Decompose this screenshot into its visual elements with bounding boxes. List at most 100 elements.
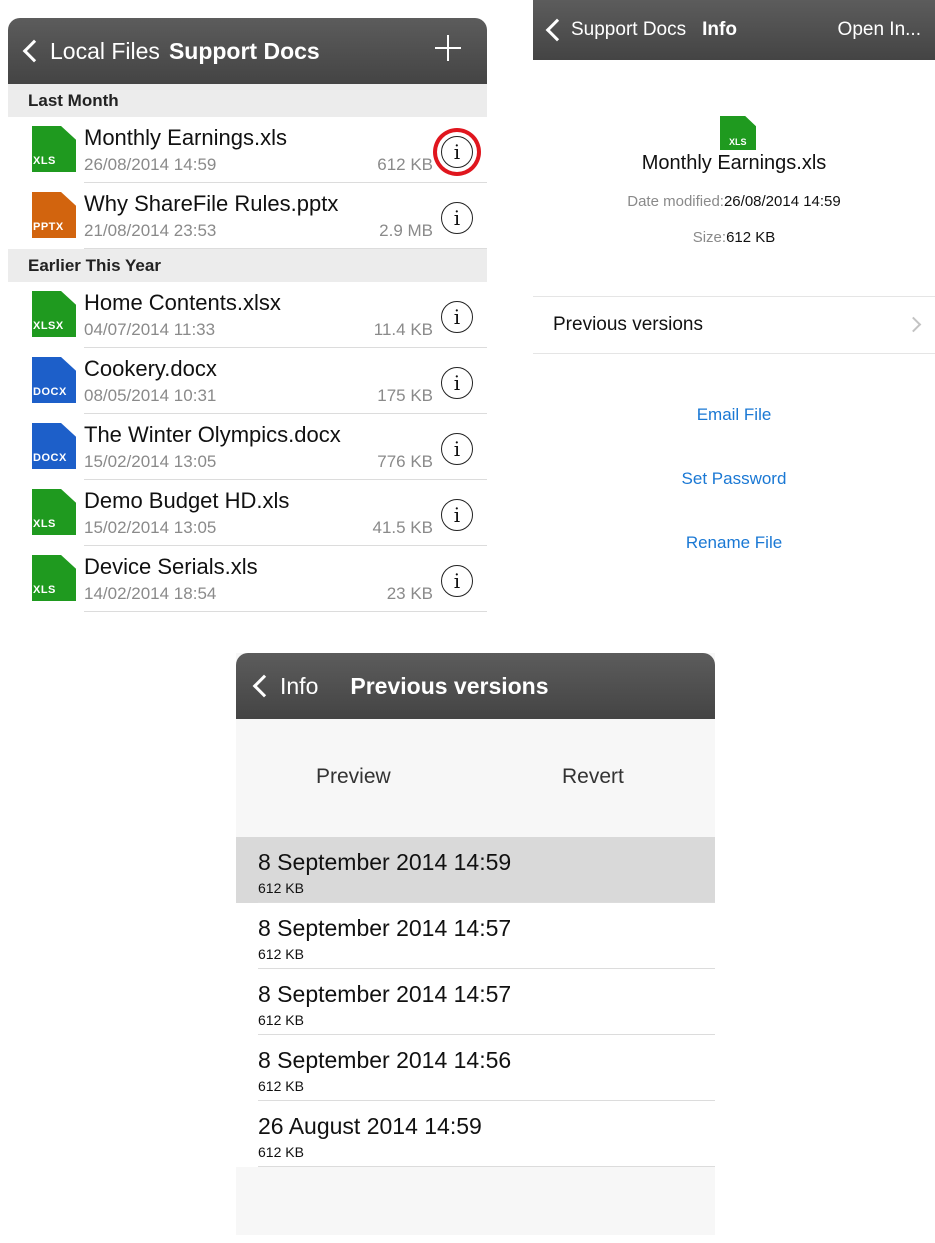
version-row[interactable]: 26 August 2014 14:59 612 KB <box>236 1101 715 1167</box>
file-size: 612 KB <box>377 155 433 174</box>
file-date: 15/02/2014 13:05 <box>84 452 217 471</box>
file-date: 26/08/2014 14:59 <box>84 155 217 174</box>
rename-file-button[interactable]: Rename File <box>533 533 935 553</box>
file-size: 2.9 MB <box>379 221 433 240</box>
back-button-local-files[interactable]: Local Files <box>50 38 160 65</box>
file-date: 14/02/2014 18:54 <box>84 584 217 603</box>
version-row[interactable]: 8 September 2014 14:57 612 KB <box>236 969 715 1035</box>
version-date: 8 September 2014 14:57 <box>258 915 512 941</box>
info-icon[interactable]: i <box>441 136 473 168</box>
chevron-left-icon[interactable] <box>22 39 46 63</box>
file-date: 15/02/2014 13:05 <box>84 518 217 537</box>
file-row[interactable]: DOCX The Winter Olympics.docx 15/02/2014… <box>8 414 487 480</box>
file-ext-label: XLS <box>729 137 747 147</box>
date-modified-value: 26/08/2014 14:59 <box>723 193 841 210</box>
info-icon[interactable]: i <box>441 202 473 234</box>
version-date: 8 September 2014 14:56 <box>258 1047 512 1073</box>
version-row[interactable]: 8 September 2014 14:56 612 KB <box>236 1035 715 1101</box>
versions-toolbar: Preview Revert <box>236 719 715 837</box>
chevron-left-icon[interactable] <box>545 18 569 42</box>
file-name: Device Serials.xls <box>84 554 258 579</box>
file-row[interactable]: DOCX Cookery.docx 08/05/2014 10:31 175 K… <box>8 348 487 414</box>
file-name: Monthly Earnings.xls <box>641 152 827 174</box>
file-size: 23 KB <box>386 584 433 603</box>
files-navbar: Local Files Support Docs <box>8 18 487 84</box>
file-row[interactable]: XLS Device Serials.xls 14/02/2014 18:54 … <box>8 546 487 612</box>
xlsx-file-icon: XLSX <box>32 291 76 337</box>
file-row[interactable]: PPTX Why ShareFile Rules.pptx 21/08/2014… <box>8 183 487 249</box>
file-size-info: Size:612 KB <box>533 229 935 246</box>
version-size: 612 KB <box>258 1012 304 1028</box>
page-title: Support Docs <box>168 37 320 64</box>
xls-file-icon: XLS <box>720 116 756 150</box>
file-ext-label: DOCX <box>33 452 67 464</box>
chevron-left-icon[interactable] <box>252 674 276 698</box>
version-row[interactable]: 8 September 2014 14:59 612 KB <box>236 837 715 903</box>
file-name: Demo Budget HD.xls <box>84 488 290 513</box>
xls-file-icon: XLS <box>32 126 76 172</box>
date-modified-label: Date modified: <box>627 193 724 210</box>
info-icon[interactable]: i <box>441 499 473 531</box>
file-size: 41.5 KB <box>372 518 434 537</box>
docx-file-icon: DOCX <box>32 423 76 469</box>
info-panel: Support Docs Info Open In... XLS Monthly… <box>533 0 935 600</box>
file-ext-label: DOCX <box>33 386 67 398</box>
version-date: 26 August 2014 14:59 <box>258 1113 482 1139</box>
xls-file-icon: XLS <box>32 489 76 535</box>
version-date: 8 September 2014 14:57 <box>258 981 512 1007</box>
chevron-right-icon <box>905 316 922 333</box>
size-label: Size: <box>692 229 727 246</box>
open-in-button[interactable]: Open In... <box>838 19 921 41</box>
version-date: 8 September 2014 14:59 <box>258 849 512 875</box>
file-ext-label: XLS <box>33 518 56 530</box>
previous-versions-row[interactable]: Previous versions <box>533 296 935 354</box>
info-navbar: Support Docs Info Open In... <box>533 0 935 60</box>
version-size: 612 KB <box>258 880 304 896</box>
version-row[interactable]: 8 September 2014 14:57 612 KB <box>236 903 715 969</box>
file-name: Monthly Earnings.xls <box>84 125 287 150</box>
file-date: 04/07/2014 11:33 <box>84 320 216 339</box>
file-ext-label: XLS <box>33 155 56 167</box>
page-title: Info <box>702 19 737 40</box>
file-ext-label: PPTX <box>33 221 64 233</box>
versions-panel: Info Previous versions Preview Revert 8 … <box>236 653 715 1235</box>
pptx-file-icon: PPTX <box>32 192 76 238</box>
date-modified: Date modified:26/08/2014 14:59 <box>533 193 935 210</box>
version-size: 612 KB <box>258 946 304 962</box>
file-size: 776 KB <box>377 452 433 471</box>
info-icon[interactable]: i <box>441 367 473 399</box>
revert-button[interactable]: Revert <box>562 765 624 789</box>
info-icon[interactable]: i <box>441 433 473 465</box>
file-ext-label: XLSX <box>33 320 64 332</box>
back-button-support-docs[interactable]: Support Docs <box>571 19 686 41</box>
files-panel: Local Files Support Docs Last Month XLS … <box>8 18 487 614</box>
file-row[interactable]: XLSX Home Contents.xlsx 04/07/2014 11:33… <box>8 282 487 348</box>
xls-file-icon: XLS <box>32 555 76 601</box>
file-row[interactable]: XLS Demo Budget HD.xls 15/02/2014 13:05 … <box>8 480 487 546</box>
plus-icon[interactable] <box>435 35 461 61</box>
size-value: 612 KB <box>726 229 776 246</box>
file-size: 11.4 KB <box>373 320 433 339</box>
file-date: 21/08/2014 23:53 <box>84 221 217 240</box>
versions-navbar: Info Previous versions <box>236 653 715 719</box>
preview-button[interactable]: Preview <box>316 765 391 789</box>
docx-file-icon: DOCX <box>32 357 76 403</box>
file-date: 08/05/2014 10:31 <box>84 386 217 405</box>
section-header-last-month: Last Month <box>8 84 487 117</box>
info-icon[interactable]: i <box>441 565 473 597</box>
section-header-earlier-this-year: Earlier This Year <box>8 249 487 282</box>
page-title: Previous versions <box>350 672 549 699</box>
file-ext-label: XLS <box>33 584 56 596</box>
version-size: 612 KB <box>258 1078 304 1094</box>
file-name: Why ShareFile Rules.pptx <box>84 191 339 216</box>
set-password-button[interactable]: Set Password <box>533 469 935 489</box>
file-name: Home Contents.xlsx <box>84 290 281 315</box>
file-name: Cookery.docx <box>84 356 217 381</box>
file-name: The Winter Olympics.docx <box>84 422 341 447</box>
info-icon[interactable]: i <box>441 301 473 333</box>
file-size: 175 KB <box>377 386 433 405</box>
version-size: 612 KB <box>258 1144 304 1160</box>
back-button-info[interactable]: Info <box>280 673 318 700</box>
file-row[interactable]: XLS Monthly Earnings.xls 26/08/2014 14:5… <box>8 117 487 183</box>
email-file-button[interactable]: Email File <box>533 405 935 425</box>
